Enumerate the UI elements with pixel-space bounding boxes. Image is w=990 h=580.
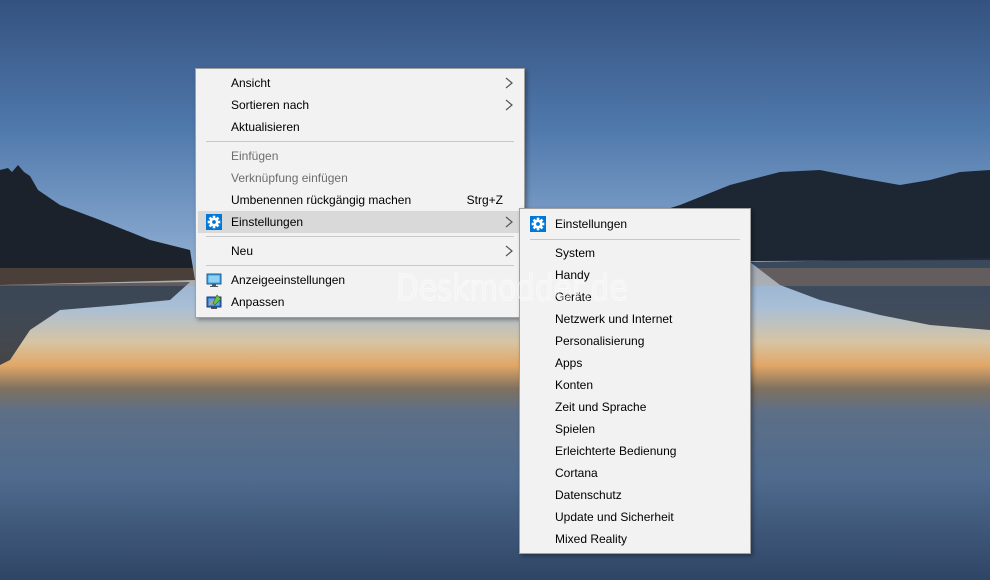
- submenu-item-handy[interactable]: Handy: [522, 264, 748, 286]
- submenu-item-cortana[interactable]: Cortana: [522, 462, 748, 484]
- submenu-item-label: Handy: [555, 268, 590, 282]
- desktop-context-menu: Ansicht Sortieren nach Aktualisieren Ein…: [195, 68, 525, 318]
- menu-item-umbenennen-rueckgaengig[interactable]: Umbenennen rückgängig machen Strg+Z: [198, 189, 522, 211]
- menu-item-label: Einfügen: [231, 149, 279, 163]
- submenu-item-zeit-und-sprache[interactable]: Zeit und Sprache: [522, 396, 748, 418]
- submenu-item-label: Netzwerk und Internet: [555, 312, 673, 326]
- menu-separator: [206, 265, 514, 266]
- menu-item-anpassen[interactable]: Anpassen: [198, 291, 522, 313]
- gear-icon: [530, 216, 546, 232]
- submenu-item-label: Datenschutz: [555, 488, 622, 502]
- paint-brush-monitor-icon: [206, 294, 222, 309]
- submenu-item-label: Spielen: [555, 422, 596, 436]
- submenu-header-label: Einstellungen: [555, 217, 628, 231]
- menu-item-label: Anzeigeeinstellungen: [231, 273, 346, 287]
- menu-item-aktualisieren[interactable]: Aktualisieren: [198, 116, 522, 138]
- chevron-right-icon: [505, 216, 513, 228]
- settings-submenu: Einstellungen System Handy Geräte Netzwe…: [519, 208, 751, 554]
- submenu-item-personalisierung[interactable]: Personalisierung: [522, 330, 748, 352]
- submenu-item-label: Personalisierung: [555, 334, 645, 348]
- submenu-item-erleichterte-bedienung[interactable]: Erleichterte Bedienung: [522, 440, 748, 462]
- submenu-item-konten[interactable]: Konten: [522, 374, 748, 396]
- submenu-item-label: Erleichterte Bedienung: [555, 444, 677, 458]
- menu-item-anzeigeeinstellungen[interactable]: Anzeigeeinstellungen: [198, 269, 522, 291]
- menu-item-label: Einstellungen: [231, 215, 304, 229]
- menu-item-label: Sortieren nach: [231, 98, 310, 112]
- menu-item-ansicht[interactable]: Ansicht: [198, 72, 522, 94]
- submenu-item-label: Konten: [555, 378, 594, 392]
- shortcut-label: Strg+Z: [466, 193, 503, 207]
- menu-item-einfuegen[interactable]: Einfügen: [198, 145, 522, 167]
- menu-item-label: Verknüpfung einfügen: [231, 171, 348, 185]
- chevron-right-icon: [505, 77, 513, 89]
- menu-item-neu[interactable]: Neu: [198, 240, 522, 262]
- menu-item-label: Umbenennen rückgängig machen: [231, 193, 412, 207]
- submenu-header-einstellungen[interactable]: Einstellungen: [522, 213, 748, 235]
- submenu-item-label: Cortana: [555, 466, 598, 480]
- menu-item-label: Anpassen: [231, 295, 285, 309]
- menu-item-label: Aktualisieren: [231, 120, 300, 134]
- submenu-item-label: Zeit und Sprache: [555, 400, 647, 414]
- menu-item-label: Ansicht: [231, 76, 271, 90]
- menu-item-einstellungen[interactable]: Einstellungen: [198, 211, 522, 233]
- menu-item-label: Neu: [231, 244, 254, 258]
- submenu-item-geraete[interactable]: Geräte: [522, 286, 748, 308]
- menu-separator: [206, 236, 514, 237]
- submenu-item-label: Update und Sicherheit: [555, 510, 674, 524]
- submenu-item-mixed-reality[interactable]: Mixed Reality: [522, 528, 748, 550]
- submenu-item-label: Geräte: [555, 290, 592, 304]
- monitor-icon: [206, 273, 222, 287]
- chevron-right-icon: [505, 245, 513, 257]
- submenu-item-datenschutz[interactable]: Datenschutz: [522, 484, 748, 506]
- submenu-item-spielen[interactable]: Spielen: [522, 418, 748, 440]
- submenu-item-update-und-sicherheit[interactable]: Update und Sicherheit: [522, 506, 748, 528]
- submenu-item-system[interactable]: System: [522, 242, 748, 264]
- menu-item-verknuepfung-einfuegen[interactable]: Verknüpfung einfügen: [198, 167, 522, 189]
- submenu-item-apps[interactable]: Apps: [522, 352, 748, 374]
- submenu-item-label: Apps: [555, 356, 583, 370]
- submenu-item-netzwerk-und-internet[interactable]: Netzwerk und Internet: [522, 308, 748, 330]
- menu-separator: [530, 239, 740, 240]
- gear-icon: [206, 214, 222, 230]
- menu-separator: [206, 141, 514, 142]
- menu-item-sortieren-nach[interactable]: Sortieren nach: [198, 94, 522, 116]
- submenu-item-label: Mixed Reality: [555, 532, 628, 546]
- submenu-item-label: System: [555, 246, 596, 260]
- chevron-right-icon: [505, 99, 513, 111]
